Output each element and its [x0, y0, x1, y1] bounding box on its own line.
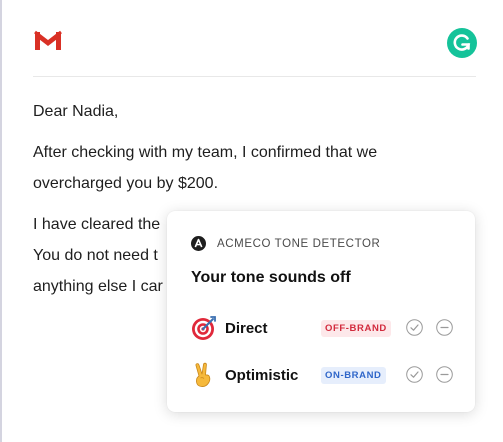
email-greeting: Dear Nadia, — [33, 103, 119, 120]
email-line-3: I have cleared the — [33, 216, 161, 233]
email-line-5: anything else I car — [33, 278, 163, 295]
on-brand-badge: ON-BRAND — [321, 366, 386, 384]
victory-hand-icon — [191, 362, 217, 388]
brand-name: ACMECO TONE DETECTOR — [217, 237, 381, 250]
tone-label: Optimistic — [225, 366, 299, 384]
tone-actions — [393, 366, 453, 383]
tone-detector-popup: ACMECO TONE DETECTOR Your tone sounds of… — [167, 211, 475, 412]
direct-hit-icon — [191, 315, 217, 341]
header-divider — [33, 76, 476, 77]
gmail-icon — [34, 30, 62, 50]
email-paragraph-1: After checking with my team, I confirmed… — [33, 137, 483, 199]
grammarly-icon[interactable] — [447, 28, 477, 58]
tone-actions — [393, 319, 453, 336]
off-brand-badge: OFF-BRAND — [321, 319, 391, 337]
email-line-2: overcharged you by $200. — [33, 175, 219, 192]
accept-check-icon[interactable] — [406, 319, 423, 336]
tone-row-optimistic: Optimistic ON-BRAND — [191, 361, 453, 389]
tone-label: Direct — [225, 319, 268, 337]
email-line-4: You do not need t — [33, 247, 158, 264]
acmeco-logo-icon — [191, 236, 206, 251]
dismiss-minus-icon[interactable] — [436, 319, 453, 336]
popup-title: Your tone sounds off — [191, 269, 351, 286]
dismiss-minus-icon[interactable] — [436, 366, 453, 383]
email-line-1: After checking with my team, I confirmed… — [33, 144, 378, 161]
tone-row-direct: Direct OFF-BRAND — [191, 314, 453, 342]
accept-check-icon[interactable] — [406, 366, 423, 383]
window-left-border — [0, 0, 2, 442]
popup-header: ACMECO TONE DETECTOR — [191, 236, 380, 251]
